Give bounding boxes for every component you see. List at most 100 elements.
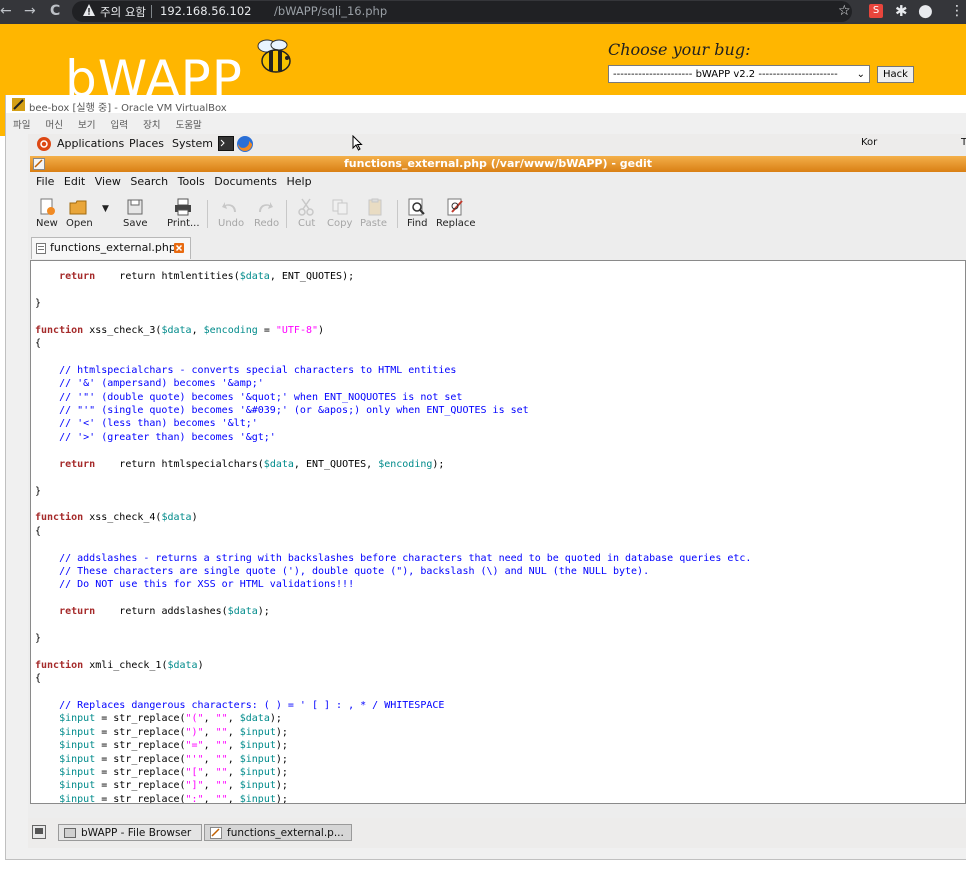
code-editor[interactable]: return return htmlentities($data, ENT_QU… xyxy=(30,260,966,804)
redo-button[interactable]: Redo xyxy=(250,194,280,234)
code-token: , ENT_QUOTES); xyxy=(269,271,355,282)
forward-button[interactable]: → xyxy=(24,3,36,19)
code-variable: $input xyxy=(59,726,96,738)
code-comment: // '"' (double quote) becomes '&quot;' w… xyxy=(35,391,463,403)
url-host[interactable]: 192.168.56.102 xyxy=(160,4,251,18)
code-string: "" xyxy=(215,793,228,804)
back-button[interactable]: ← xyxy=(0,3,12,19)
bug-select[interactable]: ---------------------- bWAPP v2.2 ------… xyxy=(608,65,870,83)
virtualbox-menubar: 파일 머신 보기 입력 장치 도움말 xyxy=(6,117,207,133)
panel-edge-text: T xyxy=(961,137,966,148)
gedit-menu-documents[interactable]: Documents xyxy=(214,175,277,188)
reload-button[interactable]: C xyxy=(50,3,60,19)
vbox-menu-machine[interactable]: 머신 xyxy=(46,117,63,131)
vbox-menu-file[interactable]: 파일 xyxy=(13,117,30,131)
code-token: } xyxy=(35,485,42,497)
code-token: = str_replace( xyxy=(95,767,186,779)
code-variable: $input xyxy=(59,780,96,792)
code-token: return htmlspecialchars( xyxy=(95,458,264,470)
code-token: ); xyxy=(432,458,445,470)
warning-icon[interactable] xyxy=(82,3,96,17)
paste-button[interactable]: Paste xyxy=(358,194,392,234)
copy-button[interactable]: Copy xyxy=(324,194,356,234)
firefox-icon[interactable] xyxy=(236,135,254,153)
print-button[interactable]: Print... xyxy=(164,194,204,234)
extension-icon[interactable]: S xyxy=(869,4,883,18)
close-tab-icon[interactable] xyxy=(174,243,184,253)
gedit-menu-view[interactable]: View xyxy=(95,175,121,188)
toolbar-separator xyxy=(286,200,287,228)
taskbar-item-label: bWAPP - File Browser xyxy=(81,827,192,839)
code-token: , xyxy=(227,793,240,804)
vbox-menu-devices[interactable]: 장치 xyxy=(143,117,160,131)
gedit-menu-search[interactable]: Search xyxy=(130,175,168,188)
code-token: , xyxy=(227,726,240,738)
show-desktop-icon[interactable] xyxy=(32,825,46,839)
vbox-menu-input[interactable]: 입력 xyxy=(111,117,128,131)
puzzle-icon[interactable]: ✱ xyxy=(895,2,908,20)
menu-applications[interactable]: Applications xyxy=(57,137,124,150)
open-button[interactable]: Open ▼ xyxy=(64,194,110,234)
code-token: , xyxy=(227,713,240,725)
code-variable: $data xyxy=(239,271,270,282)
virtualbox-titlebar: bee-box [실행 중] - Oracle VM VirtualBox xyxy=(6,95,966,114)
code-token: , xyxy=(227,767,240,779)
code-variable: $data xyxy=(161,512,192,524)
url-path[interactable]: /bWAPP/sqli_16.php xyxy=(274,4,387,18)
find-icon xyxy=(408,198,425,216)
code-token: return addslashes( xyxy=(95,606,228,618)
menu-places[interactable]: Places xyxy=(129,137,164,150)
code-token: ); xyxy=(257,606,270,618)
taskbar-file-browser[interactable]: bWAPP - File Browser xyxy=(58,824,202,841)
code-variable: $data xyxy=(167,659,198,671)
taskbar-gedit[interactable]: functions_external.p... xyxy=(204,824,352,841)
code-token: ) xyxy=(197,659,204,671)
gedit-menu-tools[interactable]: Tools xyxy=(178,175,205,188)
code-token: { xyxy=(35,525,42,537)
save-button[interactable]: Save xyxy=(120,194,154,234)
menu-icon[interactable]: ⋮ xyxy=(950,3,964,19)
taskbar-item-label: functions_external.p... xyxy=(227,827,344,839)
code-token: ); xyxy=(275,726,288,738)
cut-button[interactable]: Cut xyxy=(293,194,319,234)
new-document-icon xyxy=(40,198,55,215)
bookmark-star-icon[interactable]: ☆ xyxy=(838,3,851,19)
vbox-menu-help[interactable]: 도움말 xyxy=(176,117,202,131)
copy-label: Copy xyxy=(327,218,353,229)
vbox-menu-view[interactable]: 보기 xyxy=(78,117,95,131)
find-button[interactable]: Find xyxy=(403,194,431,234)
code-string: "'" xyxy=(185,753,204,765)
profile-icon[interactable]: ● xyxy=(918,1,933,21)
ubuntu-icon[interactable] xyxy=(36,136,52,152)
code-string: "(" xyxy=(185,713,204,725)
code-token: , xyxy=(203,713,216,725)
hack-button[interactable]: Hack xyxy=(877,66,914,83)
gedit-task-icon xyxy=(210,827,222,839)
menu-system[interactable]: System xyxy=(172,137,213,150)
code-token: = str_replace( xyxy=(95,793,186,804)
terminal-icon[interactable] xyxy=(218,136,234,151)
cut-label: Cut xyxy=(298,218,316,229)
replace-button[interactable]: Replace xyxy=(433,194,479,234)
document-tab[interactable]: functions_external.php xyxy=(31,237,191,259)
virtualbox-icon xyxy=(12,98,25,111)
gedit-menu-help[interactable]: Help xyxy=(286,175,311,188)
code-variable: $input xyxy=(59,713,96,725)
code-variable: $input xyxy=(239,740,276,752)
virtualbox-title: bee-box [실행 중] - Oracle VM VirtualBox xyxy=(29,103,227,114)
open-dropdown-icon[interactable]: ▼ xyxy=(102,204,109,214)
undo-button[interactable]: Undo xyxy=(215,194,245,234)
code-string: "" xyxy=(215,726,228,738)
new-button[interactable]: New xyxy=(34,194,64,234)
code-string: "" xyxy=(215,767,228,779)
gedit-menu-edit[interactable]: Edit xyxy=(64,175,85,188)
gedit-menu-file[interactable]: File xyxy=(36,175,54,188)
code-token: = str_replace( xyxy=(95,713,186,725)
security-warning-text[interactable]: 주의 요함 xyxy=(100,4,146,20)
code-token: , xyxy=(203,767,216,779)
code-token: { xyxy=(35,673,42,685)
keyboard-layout-indicator[interactable]: Kor xyxy=(861,137,877,148)
code-comment: // addslashes - returns a string with ba… xyxy=(35,552,752,564)
code-token: ); xyxy=(275,793,288,804)
code-token: , xyxy=(203,793,216,804)
